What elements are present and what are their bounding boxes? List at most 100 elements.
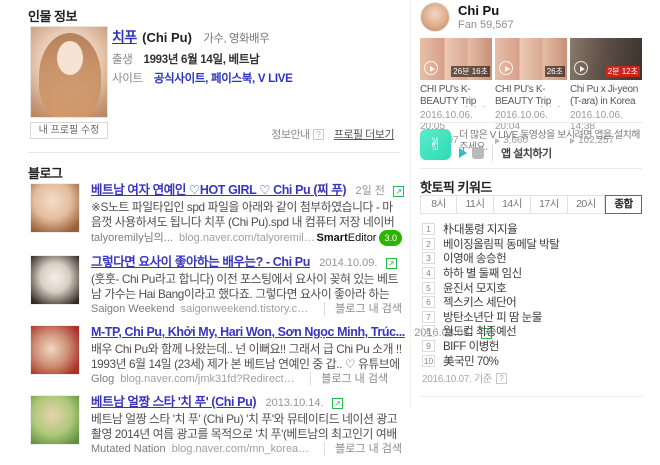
keyword-text[interactable]: 베이징올림픽 동메달 박탈 — [443, 236, 559, 252]
rank-badge: 5 — [422, 282, 435, 294]
channel-fan-count: Fan 59,567 — [458, 19, 514, 31]
external-link-icon[interactable]: ↗ — [386, 258, 397, 269]
blog-post-date: 2014.10.09. — [319, 257, 377, 269]
blog-post-title-link[interactable]: 베트남 얼짱 스타 '치 푸' (Chi Pu) — [91, 395, 256, 409]
keyword-item[interactable]: 6 젝스키스 세단어 — [422, 295, 642, 310]
external-link-icon[interactable]: ↗ — [393, 186, 404, 197]
rank-badge: 10 — [422, 355, 435, 367]
profile-photo[interactable] — [30, 26, 108, 118]
keyword-text[interactable]: 윤진서 모지호 — [443, 280, 506, 296]
rank-badge: 8 — [422, 325, 435, 337]
keyword-text[interactable]: 하하 별 둘째 임신 — [443, 265, 522, 281]
video-title-link[interactable]: CHI PU's K-BEAUTY Trip #LIKE IT 씬님의 변 .. — [495, 84, 567, 107]
video-thumbnail[interactable]: 2분 12초 — [570, 38, 642, 80]
birth-value: 1993년 6월 14일, 베트남 — [143, 54, 259, 66]
vlive-logo-icon[interactable]: ✌ — [420, 129, 451, 160]
keyword-text[interactable]: 朴대통령 지지율 — [443, 221, 517, 237]
google-play-icon[interactable] — [459, 148, 467, 158]
hot-topics-title: 핫토픽 키워드 — [420, 177, 492, 196]
blog-source-name[interactable]: Saigon Weekend — [91, 302, 175, 316]
blog-source-url[interactable]: blog.naver.com/jmk31fd?Redirect=Log&logN… — [120, 372, 300, 386]
blog-source-name[interactable]: Mutated Nation — [91, 442, 166, 456]
channel-name[interactable]: Chi Pu — [458, 3, 499, 18]
keyword-item[interactable]: 5 윤진서 모지호 — [422, 280, 642, 295]
blog-post-title-link[interactable]: 베트남 여자 연예인 ♡HOT GIRL ♡ Chi Pu (찌 푸) — [91, 183, 346, 197]
blog-source-url[interactable]: saigonweekend.tistory.com/685 — [181, 302, 315, 316]
blog-post-title-link[interactable]: 그렇다면 요사이 좋아하는 배우는? - Chi Pu — [91, 255, 310, 269]
blog-source-name[interactable]: Glog — [91, 372, 114, 386]
keyword-item[interactable]: 3 이영애 송승헌 — [422, 251, 642, 266]
blog-post-snippet: ※S노트 파일타입인 spd 파일을 아래와 같이 첨부하였습니다 - 마음껏 … — [91, 200, 402, 230]
keyword-item[interactable]: 7 방탄소년단 피 땀 눈물 — [422, 310, 642, 325]
blog-source-name[interactable]: talyoremily님의... — [91, 231, 173, 245]
edit-profile-button[interactable]: 내 프로필 수정 — [30, 122, 108, 139]
blog-post-thumbnail[interactable] — [30, 325, 80, 375]
blog-search-within-link[interactable]: 블로그 내 검색 — [324, 442, 402, 456]
keyword-item[interactable]: 2 베이징올림픽 동메달 박탈 — [422, 237, 642, 252]
blog-post-thumbnail[interactable] — [30, 395, 80, 445]
blog-source-url[interactable]: blog.naver.com/mn_korea?Redirect=Log&log… — [172, 442, 315, 456]
keyword-text[interactable]: 美국민 70% — [443, 353, 498, 369]
divider — [420, 396, 642, 397]
keyword-text[interactable]: 방탄소년단 피 땀 눈물 — [443, 309, 542, 325]
birth-label: 출생 — [112, 54, 133, 66]
blog-post-thumbnail[interactable] — [30, 183, 80, 233]
help-icon[interactable]: ? — [496, 373, 507, 384]
keyword-item[interactable]: 4 하하 별 둘째 임신 — [422, 266, 642, 281]
hot-topics-tab-bar: 8시 11시 14시 17시 20시 종합 — [420, 195, 642, 214]
play-icon — [499, 61, 513, 75]
blog-search-within-link[interactable]: 블로그 내 검색 — [310, 372, 388, 386]
smart-editor-badge: SmartEditor3.0 — [317, 230, 402, 246]
keyword-text[interactable]: BIFF 이병헌 — [443, 338, 499, 354]
keyword-list: 1 朴대통령 지지율 2 베이징올림픽 동메달 박탈 3 이영애 송승헌 4 하… — [422, 222, 642, 368]
app-install-link[interactable]: 앱 설치하기 — [492, 145, 552, 161]
tab-8h[interactable]: 8시 — [420, 195, 457, 214]
info-help-icon[interactable]: ? — [313, 129, 324, 140]
tab-overall-selected[interactable]: 종합 — [605, 195, 642, 214]
profile-occupation: 가수, 영화배우 — [203, 33, 269, 45]
play-icon — [574, 61, 588, 75]
blog-source-url[interactable]: blog.naver.com/talyoremily?Redirect=L... — [179, 231, 317, 245]
blog-search-within-link[interactable]: 블로그 내 검색 — [324, 302, 402, 316]
blog-post-title-link[interactable]: M-TP, Chi Pu, Khởi My, Hari Won, Sơn Ngọ… — [91, 325, 405, 339]
keyword-text[interactable]: 월드컵 최종예선 — [443, 323, 516, 339]
keyword-item[interactable]: 10 美국민 70% — [422, 353, 642, 368]
hot-topics-footer: 2016.10.07. 기준? — [422, 370, 507, 385]
people-section-title: 인물 정보 — [28, 6, 77, 25]
tab-20h[interactable]: 20시 — [568, 195, 605, 214]
rank-badge: 4 — [422, 267, 435, 279]
blog-post-snippet: (훗훗- Chi Pu라고 합니다) 이전 포스팅에서 요사이 꽂혀 있는 베트… — [91, 272, 402, 302]
video-thumbnail[interactable]: 26초 — [495, 38, 567, 80]
blog-post: 그렇다면 요사이 좋아하는 배우는? - Chi Pu 2014.10.09. … — [30, 255, 402, 316]
keyword-text[interactable]: 젝스키스 세단어 — [443, 294, 516, 310]
rank-badge: 9 — [422, 340, 435, 352]
keyword-item[interactable]: 1 朴대통령 지지율 — [422, 222, 642, 237]
site-links[interactable]: 공식사이트, 페이스북, V LIVE — [154, 73, 293, 85]
profile-name-english: (Chi Pu) — [142, 30, 192, 45]
video-thumbnail[interactable]: 26분 16초 — [420, 38, 492, 80]
external-link-icon[interactable]: ↗ — [332, 398, 343, 409]
profile-name-link[interactable]: 치푸 — [112, 29, 137, 45]
profile-more-link[interactable]: 프로필 더보기 — [334, 129, 394, 141]
blog-post-snippet: 배우 Chi Pu와 함께 나왔는데.. 넌 이뻐요!! 그래서 급 Chi P… — [91, 342, 402, 372]
duration-badge: 26초 — [545, 66, 565, 77]
keyword-item[interactable]: 8 월드컵 최종예선 — [422, 324, 642, 339]
keyword-text[interactable]: 이영애 송승헌 — [443, 250, 506, 266]
tab-14h[interactable]: 14시 — [494, 195, 531, 214]
app-store-icon[interactable] — [472, 147, 484, 159]
blog-post-thumbnail[interactable] — [30, 255, 80, 305]
blog-post-date: 2013.10.14. — [265, 397, 323, 409]
video-title-link[interactable]: Chi Pu x Ji-yeon (T-ara) in Korea — [570, 84, 642, 107]
tab-17h[interactable]: 17시 — [531, 195, 568, 214]
blog-post: 베트남 얼짱 스타 '치 푸' (Chi Pu) 2013.10.14. ↗ 베… — [30, 395, 402, 456]
smart-editor-brand2: Editor — [348, 232, 377, 244]
info-guide-label: 정보안내 — [271, 129, 309, 141]
left-column: 인물 정보 내 프로필 수정 치푸 (Chi Pu) 가수, 영화배우 출생 1… — [0, 0, 410, 408]
channel-avatar[interactable] — [420, 2, 450, 32]
smart-editor-brand: Smart — [317, 232, 348, 244]
keyword-item[interactable]: 9 BIFF 이병헌 — [422, 339, 642, 354]
tab-11h[interactable]: 11시 — [457, 195, 494, 214]
video-title-link[interactable]: CHI PU's K-BEAUTY Trip #LIKE IT 씬님의 변 .. — [420, 84, 492, 107]
profile-photo-art-face — [57, 41, 83, 75]
as-of-date: 2016.10.07. 기준 — [422, 374, 492, 385]
